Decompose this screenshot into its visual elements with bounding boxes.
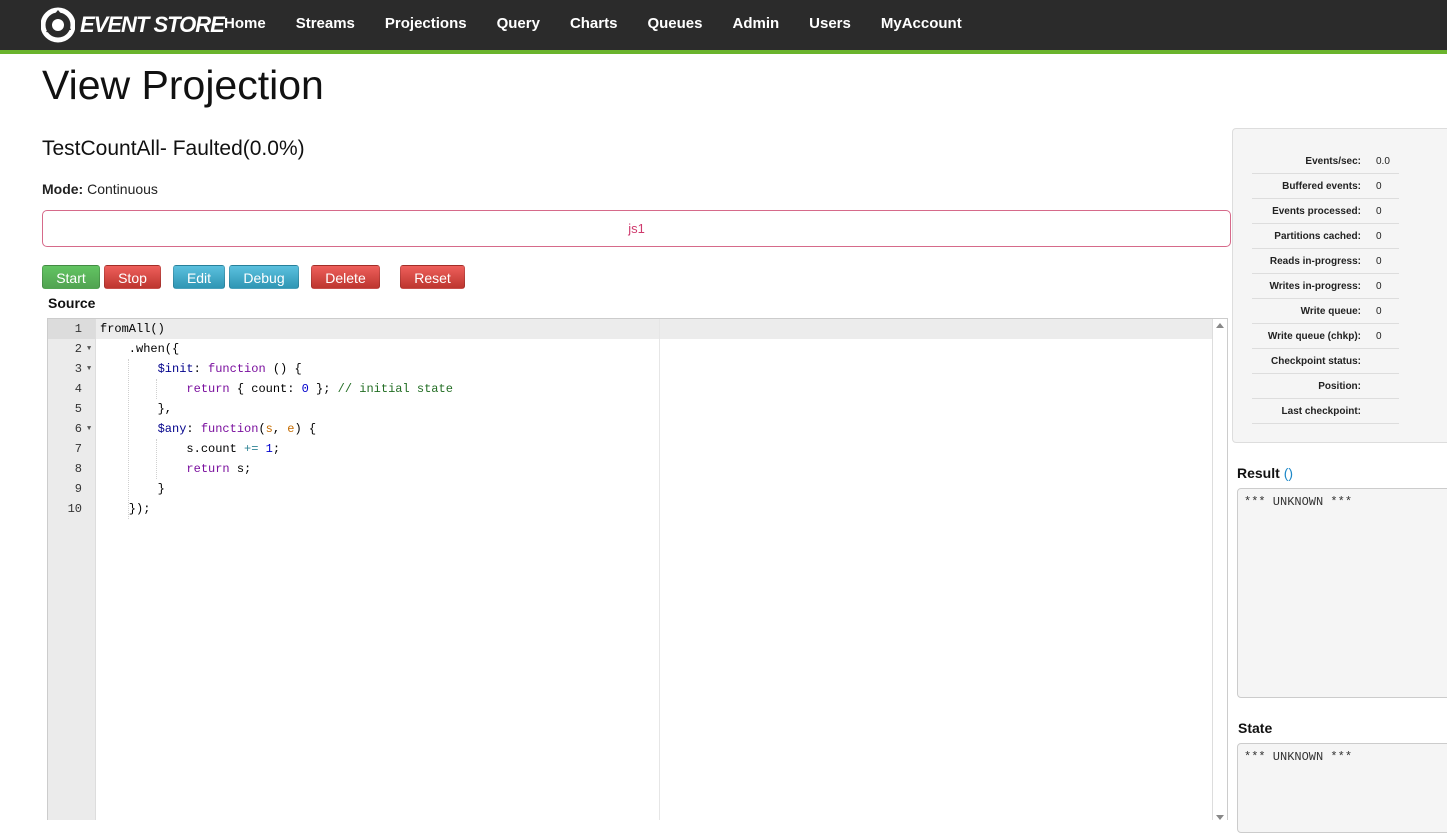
code-line: s.count += 1; [100, 442, 281, 456]
result-content: *** UNKNOWN *** [1244, 495, 1353, 509]
gutter-line: 5 [74, 402, 82, 416]
stat-row: Write queue (chkp): 0 [1252, 324, 1399, 349]
scroll-down-arrow-icon[interactable] [1216, 815, 1224, 820]
stat-row: Partitions cached: 0 [1252, 224, 1399, 249]
code-line: fromAll() [100, 322, 165, 336]
gutter-line: 8 [74, 462, 82, 476]
code-line: }, [100, 402, 173, 416]
stat-row: Reads in-progress: 0 [1252, 249, 1399, 274]
fold-arrow-icon[interactable]: ▼ [87, 339, 91, 359]
gutter-line: 6 ▼ [48, 419, 95, 439]
stat-row: Events/sec: 0.0 [1252, 149, 1399, 174]
editor-scrollbar[interactable] [1212, 319, 1227, 820]
code-line: } [100, 482, 165, 496]
code-line: $init: function () { [157, 362, 302, 376]
nav-query[interactable]: Query [482, 0, 555, 50]
fold-arrow-icon[interactable]: ▼ [87, 359, 91, 379]
top-navbar: EVENT STORE Home Streams Projections Que… [0, 0, 1447, 54]
nav-myaccount[interactable]: MyAccount [866, 0, 977, 50]
stat-row: Writes in-progress: 0 [1252, 274, 1399, 299]
state-box: *** UNKNOWN *** [1237, 743, 1447, 833]
fold-arrow-icon[interactable]: ▼ [87, 419, 91, 439]
code-line: }); [100, 502, 151, 516]
projection-stats-panel: Events/sec: 0.0 Buffered events: 0 Events … [1232, 128, 1447, 443]
edit-button[interactable]: Edit [173, 265, 225, 289]
source-label: Source [48, 295, 96, 311]
stat-row: Checkpoint status: [1252, 349, 1399, 374]
error-message-box: js1 [42, 210, 1231, 247]
stat-row: Last checkpoint: [1252, 399, 1399, 424]
result-box: *** UNKNOWN *** [1237, 488, 1447, 698]
main-nav: Home Streams Projections Query Charts Qu… [209, 0, 977, 50]
active-line-highlight [96, 319, 1214, 339]
result-heading: Result () [1237, 465, 1293, 481]
debug-button[interactable]: Debug [229, 265, 299, 289]
state-content: *** UNKNOWN *** [1244, 750, 1353, 764]
gutter-line: 1 [48, 319, 95, 339]
gutter-line: 2 ▼ [48, 339, 95, 359]
mode-label: Mode: [42, 181, 84, 197]
gutter-line: 4 [74, 382, 82, 396]
code-line: return s; [186, 462, 252, 476]
gutter-line: 7 [74, 442, 82, 456]
nav-queues[interactable]: Queues [632, 0, 717, 50]
editor-gutter: 1 2 ▼ 3 ▼ 4 5 6 ▼ 7 8 9 10 [48, 319, 96, 820]
nav-charts[interactable]: Charts [555, 0, 633, 50]
start-button[interactable]: Start [42, 265, 100, 289]
code-line: $any: function(s, e) { [157, 422, 317, 436]
gutter-line: 10 [67, 502, 82, 516]
stat-row: Events processed: 0 [1252, 199, 1399, 224]
page-title: View Projection [42, 62, 324, 108]
eventstore-logo-icon [41, 7, 75, 43]
nav-users[interactable]: Users [794, 0, 866, 50]
scroll-up-arrow-icon[interactable] [1216, 323, 1224, 328]
code-line: return { count: 0 }; // initial state [186, 382, 453, 396]
stat-row: Position: [1252, 374, 1399, 399]
eventstore-logo[interactable]: EVENT STORE [41, 6, 225, 44]
error-message: js1 [628, 221, 645, 236]
result-label: Result [1237, 465, 1280, 481]
projection-status-title: TestCountAll- Faulted(0.0%) [42, 137, 305, 160]
stop-button[interactable]: Stop [104, 265, 161, 289]
print-margin [659, 319, 660, 820]
stat-row: Buffered events: 0 [1252, 174, 1399, 199]
delete-button[interactable]: Delete [311, 265, 380, 289]
code-line: .when({ [100, 342, 180, 356]
gutter-line: 9 [74, 482, 82, 496]
nav-admin[interactable]: Admin [717, 0, 794, 50]
nav-home[interactable]: Home [209, 0, 281, 50]
source-editor[interactable]: 1 2 ▼ 3 ▼ 4 5 6 ▼ 7 8 9 10 fromAll() .when(… [47, 318, 1228, 820]
state-label: State [1238, 720, 1273, 736]
gutter-line: 3 ▼ [48, 359, 95, 379]
brand-name: EVENT STORE [80, 12, 225, 37]
nav-projections[interactable]: Projections [370, 0, 482, 50]
mode-line: Mode: Continuous [42, 181, 158, 197]
nav-streams[interactable]: Streams [281, 0, 370, 50]
reset-button[interactable]: Reset [400, 265, 465, 289]
result-link[interactable]: () [1284, 465, 1293, 481]
mode-value: Continuous [87, 181, 158, 197]
stat-row: Write queue: 0 [1252, 299, 1399, 324]
